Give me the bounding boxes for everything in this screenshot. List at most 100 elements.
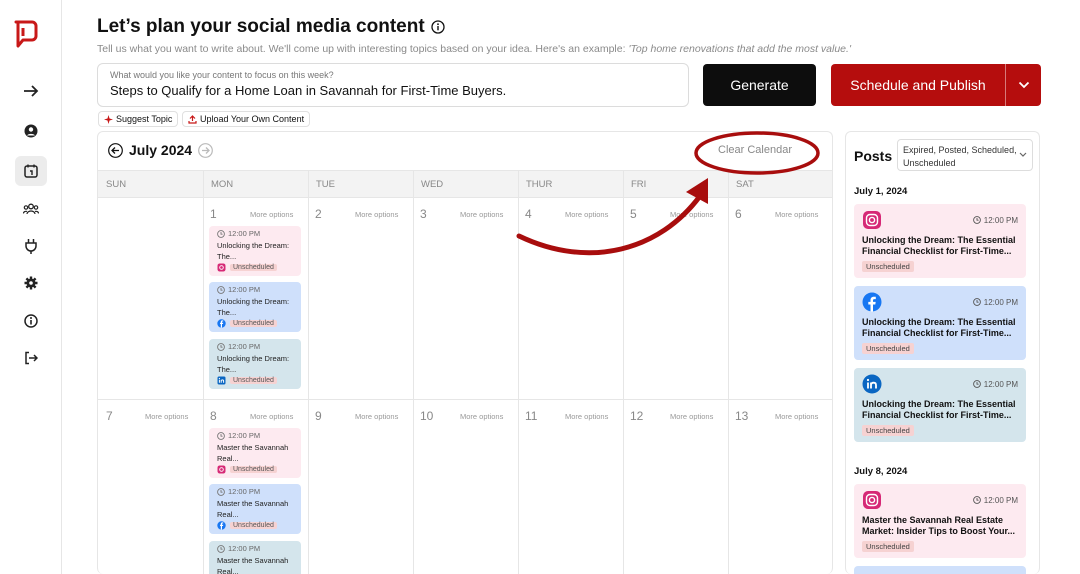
post-title: Unlocking the Dream: The Essential Finan… [862, 317, 1016, 338]
day-number: 9 [315, 409, 322, 423]
grid-line [98, 399, 832, 400]
info-icon[interactable] [431, 20, 445, 34]
status-badge: Unscheduled [862, 425, 914, 436]
more-options-link[interactable]: More options [775, 412, 818, 421]
day-number: 4 [525, 207, 532, 221]
grid-line [308, 170, 309, 574]
status-badge: Unscheduled [230, 466, 277, 473]
posts-title: Posts [854, 148, 893, 164]
more-options-link[interactable]: More options [145, 412, 188, 421]
sparkle-icon [104, 114, 113, 124]
weekday-label: FRI [631, 179, 647, 190]
schedule-publish-button[interactable]: Schedule and Publish [831, 64, 1041, 106]
posts-panel: Posts Expired, Posted, Scheduled, Unsche… [845, 131, 1040, 574]
prev-month-icon[interactable] [108, 142, 123, 158]
day-number: 11 [525, 409, 538, 423]
more-options-link[interactable]: More options [565, 210, 608, 219]
subtitle-example: 'Top home renovations that add the most … [628, 43, 851, 55]
user-icon[interactable] [15, 116, 47, 146]
calendar-event-card[interactable]: 12:00 PM Master the Savannah Real... Uns… [209, 484, 301, 534]
status-badge: Unscheduled [862, 343, 914, 354]
post-card[interactable]: 12:00 PM Unlocking the Dream: The Essent… [854, 368, 1026, 442]
calendar-event-card[interactable]: 12:00 PM Master the Savannah Real... [209, 541, 301, 574]
weekday-label: SUN [106, 179, 127, 190]
more-options-link[interactable]: More options [565, 412, 608, 421]
more-options-link[interactable]: More options [460, 412, 503, 421]
more-options-link[interactable]: More options [250, 412, 293, 421]
next-month-icon[interactable] [198, 142, 213, 158]
schedule-publish-label: Schedule and Publish [850, 77, 986, 93]
clock-icon [217, 285, 225, 294]
chevron-down-icon[interactable] [1005, 64, 1041, 106]
day-number: 3 [420, 207, 427, 221]
calendar-event-card[interactable]: 12:00 PM Unlocking the Dream: The... Uns… [209, 226, 301, 276]
day-number: 12 [630, 409, 644, 423]
topic-input-box[interactable]: What would you like your content to focu… [97, 63, 689, 107]
weekday-label: MON [211, 179, 234, 190]
more-options-link[interactable]: More options [355, 210, 398, 219]
topic-input[interactable]: Steps to Qualify for a Home Loan in Sava… [110, 83, 676, 98]
clock-icon [217, 342, 225, 351]
post-card[interactable]: 12:00 PM Unlocking the Dream: The Essent… [854, 286, 1026, 360]
month-label: July 2024 [129, 142, 193, 158]
day-number: 10 [420, 409, 434, 423]
weekday-label: SAT [736, 179, 754, 190]
day-number: 6 [735, 207, 742, 221]
instagram-icon [863, 491, 881, 509]
facebook-icon [217, 521, 226, 530]
post-card[interactable]: 12:00 PM Master the Savannah Real Estate… [854, 484, 1026, 558]
calendar-event-card[interactable]: 12:00 PM Unlocking the Dream: The... Uns… [209, 339, 301, 389]
post-title: Unlocking the Dream: The Essential Finan… [862, 399, 1016, 420]
upload-icon [188, 114, 197, 124]
weekday-label: THUR [526, 179, 553, 190]
status-filter-select[interactable]: Expired, Posted, Scheduled, Unscheduled [897, 139, 1033, 171]
event-title: Master the Savannah Real... [217, 499, 289, 519]
grid-line [203, 170, 204, 574]
page-subtitle: Tell us what you want to write about. We… [97, 43, 851, 55]
facebook-icon [862, 292, 882, 312]
status-badge: Unscheduled [862, 261, 914, 272]
calendar-event-card[interactable]: 12:00 PM Master the Savannah Real... Uns… [209, 428, 301, 478]
status-badge: Unscheduled [230, 377, 277, 384]
suggest-topic-button[interactable]: Suggest Topic [98, 111, 179, 127]
weekday-label: TUE [316, 179, 335, 190]
plug-icon[interactable] [15, 231, 47, 261]
post-card[interactable] [854, 566, 1026, 574]
status-filter-value: Expired, Posted, Scheduled, Unscheduled [903, 145, 1017, 168]
weekday-row: SUN MON TUE WED THUR FRI SAT [98, 170, 832, 198]
upload-content-button[interactable]: Upload Your Own Content [182, 111, 311, 127]
team-icon[interactable] [15, 194, 47, 224]
more-options-link[interactable]: More options [355, 412, 398, 421]
linkedin-icon [217, 376, 226, 385]
status-badge: Unscheduled [230, 522, 277, 529]
calendar-icon[interactable] [15, 156, 47, 186]
logout-icon[interactable] [15, 343, 47, 373]
day-number: 13 [735, 409, 749, 423]
info-icon[interactable] [15, 306, 47, 336]
post-card[interactable]: 12:00 PM Unlocking the Dream: The Essent… [854, 204, 1026, 278]
calendar: July 2024 Clear Calendar SUN MON TUE WED… [97, 131, 833, 574]
day-number: 5 [630, 207, 637, 221]
clear-calendar-button[interactable]: Clear Calendar [718, 144, 792, 156]
app-logo-icon[interactable] [13, 19, 39, 49]
more-options-link[interactable]: More options [670, 210, 713, 219]
weekday-label: WED [421, 179, 444, 190]
clock-icon [217, 229, 225, 238]
more-options-link[interactable]: More options [670, 412, 713, 421]
day-number: 8 [210, 409, 217, 423]
calendar-event-card[interactable]: 12:00 PM Unlocking the Dream: The... Uns… [209, 282, 301, 332]
arrow-right-icon[interactable] [15, 76, 47, 106]
day-number: 7 [106, 409, 113, 423]
event-title: Unlocking the Dream: The... [217, 297, 290, 317]
calendar-header: July 2024 Clear Calendar [98, 132, 832, 170]
more-options-link[interactable]: More options [250, 210, 293, 219]
more-options-link[interactable]: More options [775, 210, 818, 219]
generate-button[interactable]: Generate [703, 64, 816, 106]
clock-icon [972, 380, 981, 388]
status-badge: Unscheduled [230, 264, 277, 271]
more-options-link[interactable]: More options [460, 210, 503, 219]
topic-input-label: What would you like your content to focu… [110, 70, 334, 80]
clock-icon [972, 496, 981, 504]
gear-icon[interactable] [15, 268, 47, 298]
event-title: Unlocking the Dream: The... [217, 241, 290, 261]
